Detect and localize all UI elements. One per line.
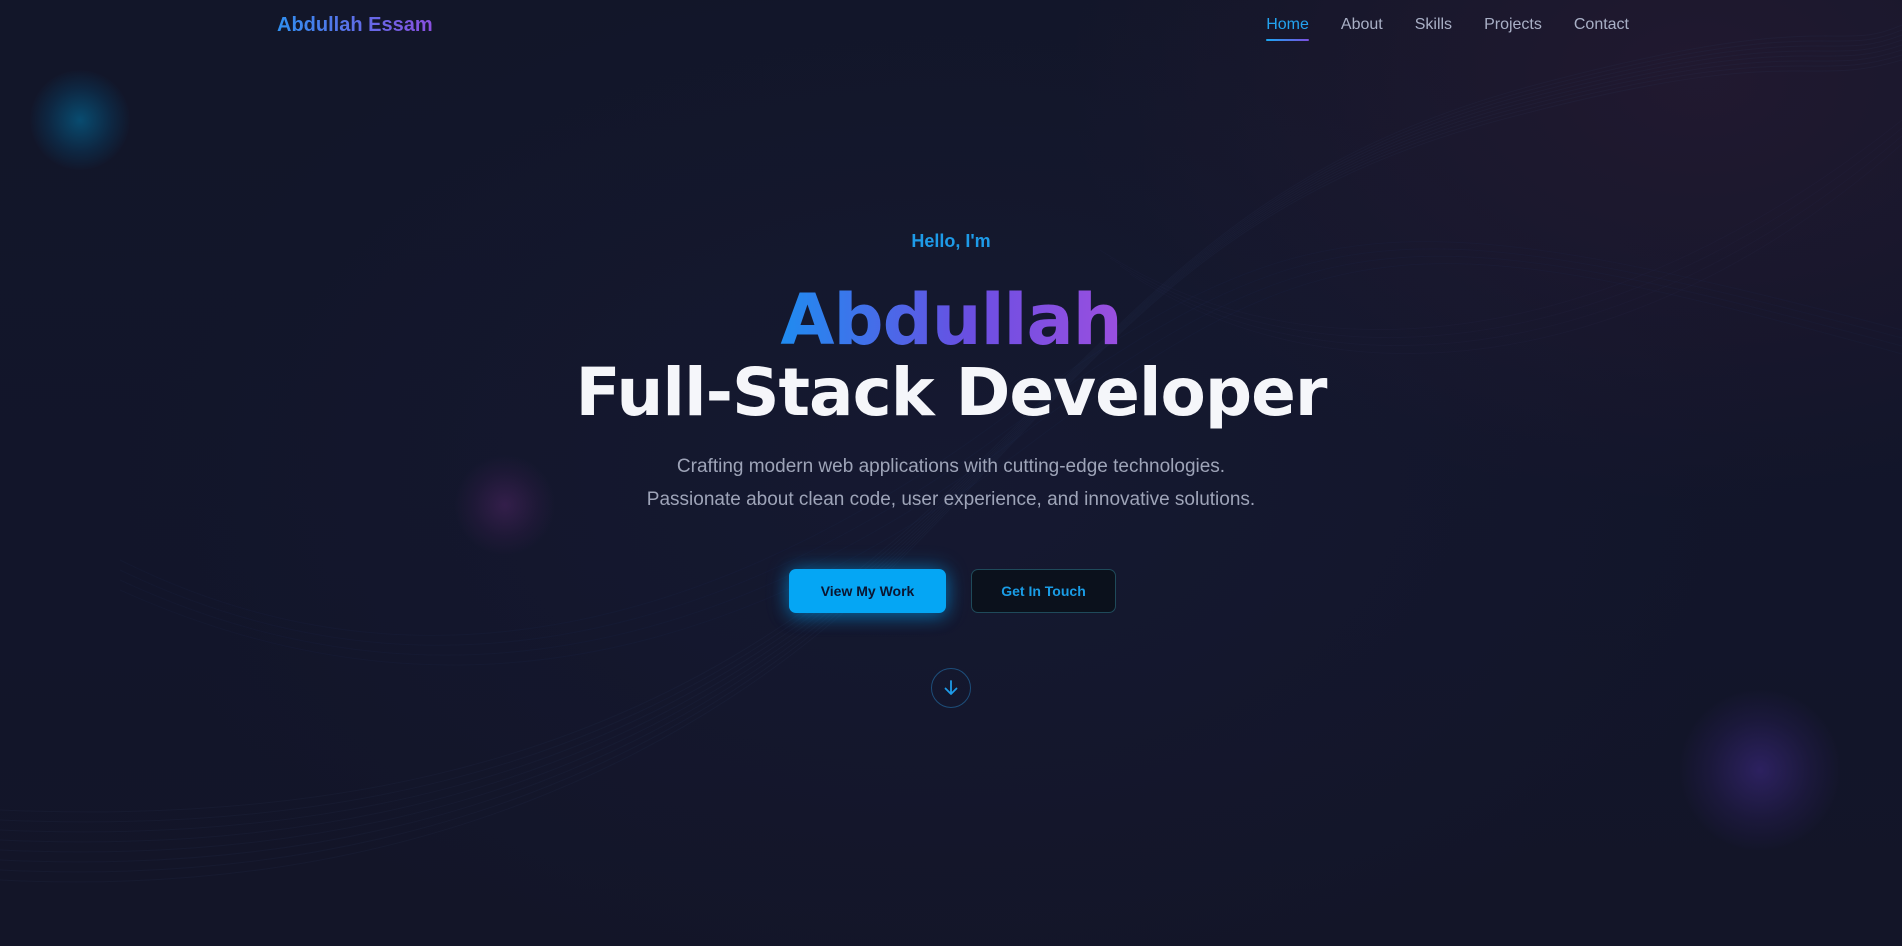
arrow-down-icon xyxy=(944,680,958,695)
glow-orb-violet xyxy=(1680,690,1840,850)
hero-tagline-line-2: Passionate about clean code, user experi… xyxy=(646,489,1256,510)
hero-name-text: Abdullah xyxy=(780,279,1122,361)
hero-name: Abdullah xyxy=(0,280,1902,360)
navbar: Abdullah Essam Home About Skills Project… xyxy=(0,0,1902,56)
get-in-touch-button[interactable]: Get In Touch xyxy=(971,569,1116,613)
scroll-down-button[interactable] xyxy=(931,668,971,708)
hero-tagline-line-1: Crafting modern web applications with cu… xyxy=(676,456,1226,477)
hero-greeting: Hello, I'm xyxy=(911,231,991,251)
nav-link-contact[interactable]: Contact xyxy=(1574,16,1629,40)
view-my-work-button[interactable]: View My Work xyxy=(789,569,946,613)
nav-link-projects[interactable]: Projects xyxy=(1484,16,1542,40)
page: Abdullah Essam Home About Skills Project… xyxy=(0,0,1902,946)
hero-actions: View My Work Get In Touch xyxy=(789,569,1116,613)
nav-links: Home About Skills Projects Contact xyxy=(1266,16,1629,41)
brand-logo[interactable]: Abdullah Essam xyxy=(277,14,433,37)
hero-role: Full-Stack Developer xyxy=(575,354,1328,431)
glow-orb-cyan xyxy=(30,70,130,170)
hero-tagline: Crafting modern web applications with cu… xyxy=(0,450,1902,516)
nav-link-skills[interactable]: Skills xyxy=(1415,16,1452,40)
nav-link-home[interactable]: Home xyxy=(1266,16,1309,41)
nav-link-about[interactable]: About xyxy=(1341,16,1383,40)
